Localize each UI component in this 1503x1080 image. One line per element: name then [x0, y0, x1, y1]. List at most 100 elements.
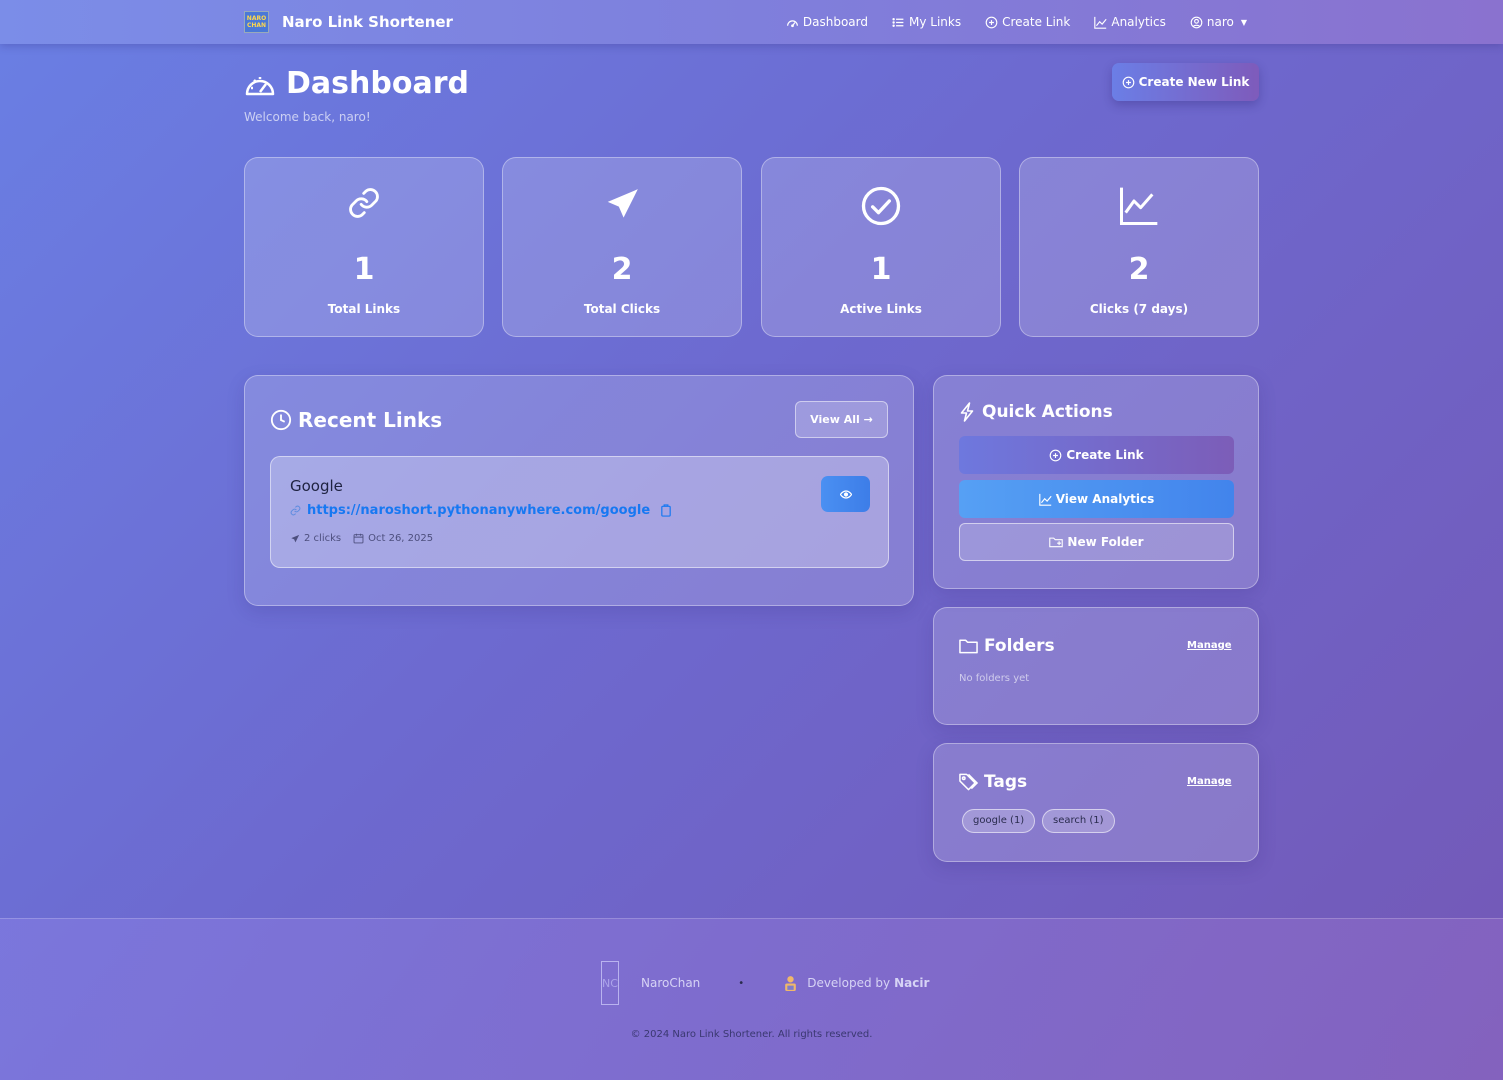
- create-new-link-button[interactable]: Create New Link: [1112, 63, 1259, 101]
- created-date-text: Oct 26, 2025: [368, 533, 434, 544]
- quick-actions-title: Quick Actions: [959, 402, 1113, 422]
- nav-my-links[interactable]: My Links: [892, 15, 961, 29]
- welcome-message: Welcome back, naro!: [244, 110, 371, 124]
- tags-title-text: Tags: [984, 772, 1028, 792]
- developer-icon: [785, 975, 797, 991]
- stat-value: 1: [870, 252, 892, 287]
- created-date: Oct 26, 2025: [353, 533, 433, 544]
- speedometer-icon: [245, 76, 275, 95]
- caret-down-icon: ▼: [1240, 17, 1247, 27]
- plus-circle-icon: [1122, 76, 1134, 88]
- page-title: Dashboard: [244, 66, 469, 101]
- developer-credit: Developed by Nacir: [782, 975, 929, 992]
- stat-value: 2: [611, 252, 633, 287]
- create-new-link-label: Create New Link: [1138, 75, 1250, 89]
- view-link-button[interactable]: [821, 476, 870, 512]
- stat-value: 2: [1128, 252, 1150, 287]
- stat-value: 1: [353, 252, 375, 287]
- copy-icon[interactable]: [660, 504, 672, 517]
- nav-user-menu[interactable]: naro ▼: [1190, 15, 1247, 29]
- short-url[interactable]: https://naroshort.pythonanywhere.com/goo…: [290, 503, 672, 518]
- brand-name: Naro Link Shortener: [282, 13, 453, 31]
- list-icon: [892, 17, 904, 27]
- nav-analytics[interactable]: Analytics: [1094, 15, 1166, 29]
- clock-icon: [270, 409, 292, 431]
- recent-links-title: Recent Links: [270, 408, 442, 432]
- stat-card-total-links: 1 Total Links: [244, 157, 484, 337]
- quick-create-link-label: Create Link: [1066, 448, 1144, 462]
- nav-my-links-label: My Links: [908, 15, 962, 29]
- click-count: 2 clicks: [290, 533, 341, 544]
- recent-links-panel: Recent Links View All → Google https://n…: [244, 375, 914, 606]
- quick-actions-title-text: Quick Actions: [982, 402, 1113, 422]
- eye-icon: [839, 489, 852, 499]
- calendar-icon: [353, 533, 364, 544]
- send-icon: [503, 186, 741, 224]
- nav-links: Dashboard My Links Create Link Analytics…: [762, 0, 1247, 44]
- lightning-icon: [960, 402, 974, 422]
- stat-label: Clicks (7 days): [1089, 302, 1189, 316]
- send-icon: [291, 534, 300, 542]
- developer-name[interactable]: Nacir: [894, 976, 929, 990]
- copyright: © 2024 Naro Link Shortener. All rights r…: [630, 1029, 873, 1040]
- quick-view-analytics-button[interactable]: View Analytics: [959, 480, 1234, 518]
- chart-line-icon: [1038, 493, 1052, 506]
- quick-create-link-button[interactable]: Create Link: [959, 436, 1234, 474]
- tag-chip[interactable]: google (1): [962, 809, 1036, 833]
- plus-circle-icon: [985, 16, 998, 28]
- footer-separator: •: [738, 977, 745, 989]
- link-meta: 2 clicks Oct 26, 2025: [290, 533, 445, 544]
- folder-plus-icon: [1049, 537, 1064, 548]
- folder-icon: [959, 639, 978, 654]
- tag-chip[interactable]: search (1): [1042, 809, 1115, 833]
- stat-label: Total Links: [327, 302, 401, 316]
- plus-circle-icon: [1049, 449, 1062, 461]
- stat-card-clicks-7-days: 2 Clicks (7 days): [1019, 157, 1259, 337]
- link-title: Google: [290, 477, 343, 495]
- folders-title: Folders: [959, 636, 1055, 656]
- footer-row: NC NaroChan • Developed by Nacir: [601, 961, 929, 1005]
- nav-dashboard[interactable]: Dashboard: [786, 15, 868, 29]
- user-circle-icon: [1190, 16, 1203, 28]
- nav-dashboard-label: Dashboard: [802, 15, 868, 29]
- short-url-text: https://naroshort.pythonanywhere.com/goo…: [307, 503, 651, 518]
- stat-label: Active Links: [840, 302, 922, 316]
- recent-links-title-text: Recent Links: [298, 408, 443, 432]
- quick-new-folder-label: New Folder: [1067, 535, 1144, 549]
- folders-panel: Folders Manage No folders yet: [933, 607, 1259, 725]
- folders-manage-link[interactable]: Manage: [1187, 640, 1232, 651]
- footer-brand[interactable]: NaroChan: [641, 976, 700, 990]
- graph-up-icon: [1020, 186, 1258, 226]
- quick-view-analytics-label: View Analytics: [1055, 492, 1155, 506]
- stat-card-active-links: 1 Active Links: [761, 157, 1001, 337]
- page-title-text: Dashboard: [286, 66, 469, 101]
- speedometer-icon: [786, 19, 798, 27]
- nav-create-link-label: Create Link: [1002, 15, 1071, 29]
- folders-title-text: Folders: [984, 636, 1055, 656]
- quick-actions-panel: Quick Actions Create Link View Analytics…: [933, 375, 1259, 589]
- brand[interactable]: NARO CHAN Naro Link Shortener: [244, 11, 453, 33]
- developed-by-text: Developed by: [807, 976, 891, 990]
- footer: NC NaroChan • Developed by Nacir © 2024 …: [0, 918, 1503, 1080]
- navbar: NARO CHAN Naro Link Shortener Dashboard …: [0, 0, 1503, 44]
- link-card[interactable]: Google https://naroshort.pythonanywhere.…: [270, 456, 889, 568]
- link-icon: [290, 505, 301, 516]
- nav-analytics-label: Analytics: [1111, 15, 1166, 29]
- link-icon: [245, 186, 483, 220]
- tags-icon: [959, 773, 978, 791]
- tags-panel: Tags Manage google (1) search (1): [933, 743, 1259, 862]
- stat-card-total-clicks: 2 Total Clicks: [502, 157, 742, 337]
- click-count-text: 2 clicks: [304, 533, 342, 544]
- footer-logo: NC: [601, 961, 619, 1005]
- nav-create-link[interactable]: Create Link: [985, 15, 1070, 29]
- brand-logo: NARO CHAN: [244, 11, 269, 33]
- tags-manage-link[interactable]: Manage: [1187, 776, 1232, 787]
- tags-title: Tags: [959, 772, 1027, 792]
- nav-user-label: naro: [1206, 15, 1234, 29]
- chart-line-icon: [1094, 16, 1107, 29]
- quick-new-folder-button[interactable]: New Folder: [959, 523, 1234, 561]
- stat-label: Total Clicks: [583, 302, 661, 316]
- check-circle-icon: [762, 186, 1000, 226]
- folders-empty-message: No folders yet: [959, 673, 1030, 684]
- view-all-button[interactable]: View All →: [795, 401, 888, 438]
